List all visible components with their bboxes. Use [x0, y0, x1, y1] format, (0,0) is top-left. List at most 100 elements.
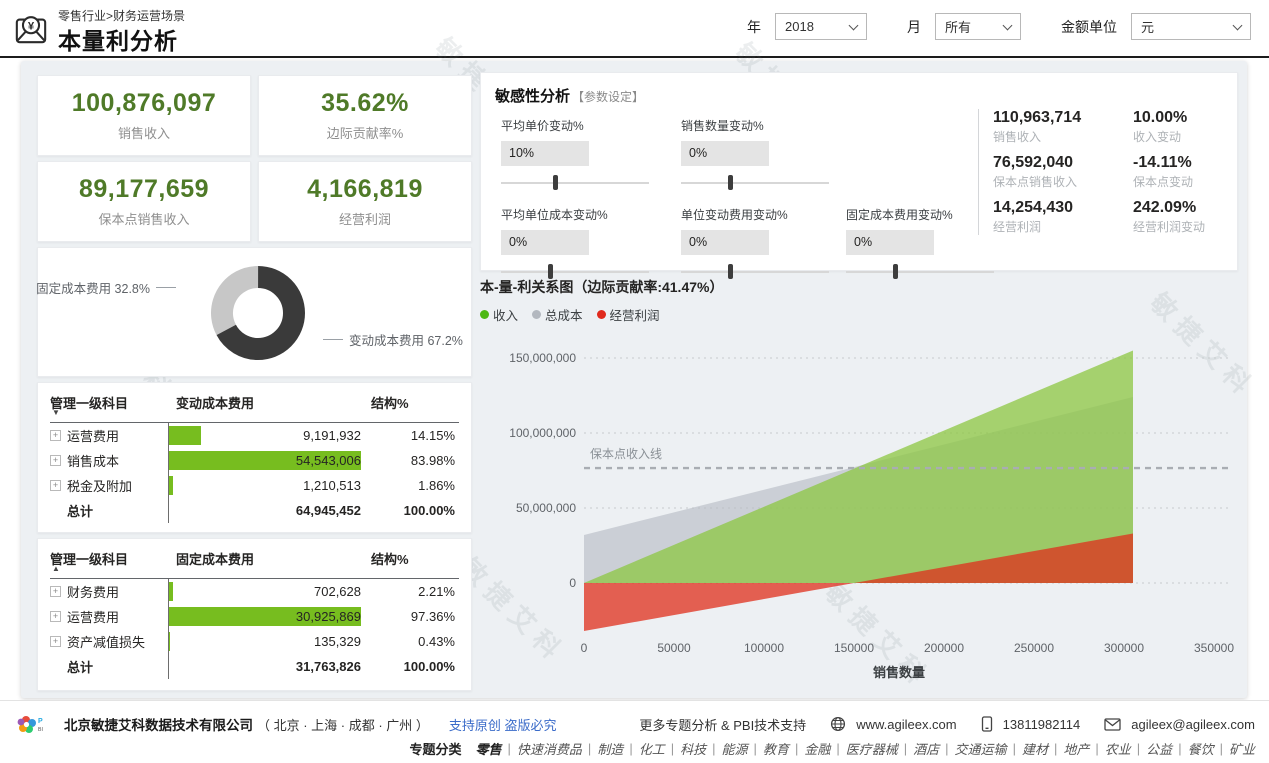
phone-number[interactable]: 13811982114 — [1003, 717, 1081, 732]
slider-value-input[interactable]: 0% — [681, 141, 769, 166]
result-row: 14,254,430经营利润 242.09%经营利润变动 — [993, 199, 1223, 235]
kpi-label: 保本点销售收入 — [98, 209, 189, 228]
row-label: 运营费用 — [67, 426, 119, 445]
kpi-label: 经营利润 — [339, 209, 391, 228]
category-item: 化工 — [639, 739, 665, 758]
cvp-area-chart[interactable]: 150,000,000100,000,00050,000,0000保本点收入线0… — [480, 321, 1238, 691]
unit-dropdown[interactable]: 元 — [1131, 13, 1251, 40]
category-item: 矿业 — [1229, 739, 1255, 758]
expand-icon[interactable] — [50, 586, 61, 597]
row-value: 54,543,006 — [296, 453, 361, 468]
table-row[interactable]: 税金及附加 1,210,513 1.86% — [50, 473, 459, 498]
slider-track[interactable] — [501, 182, 649, 184]
y-tick-label: 50,000,000 — [516, 501, 576, 515]
footer-row-contact: P BI 北京敏捷艾科数据技术有限公司 （ 北京 · 上海 · 成都 · 广州 … — [16, 711, 1255, 737]
table-header: 管理一级科目▲ 固定成本费用 结构% — [50, 549, 459, 579]
slider-value-input[interactable]: 0% — [681, 230, 769, 255]
column-header-category[interactable]: 管理一级科目▲ — [50, 549, 168, 576]
expand-icon[interactable] — [50, 455, 61, 466]
row-value: 135,329 — [314, 634, 361, 649]
row-label: 资产减值损失 — [67, 632, 145, 651]
column-header-pct[interactable]: 结构% — [367, 393, 459, 420]
donut-label-text: 固定成本费用 32.8% — [36, 278, 150, 297]
result-row: 110,963,714销售收入 10.00%收入变动 — [993, 109, 1223, 145]
expand-icon[interactable] — [50, 611, 61, 622]
row-label: 运营费用 — [67, 607, 119, 626]
slider-value-input[interactable]: 10% — [501, 141, 589, 166]
chart-title: 本-量-利关系图（边际贡献率:41.47%） — [480, 277, 1240, 297]
bar-cell: 30,925,869 — [168, 604, 367, 629]
powerbi-logo: P BI — [16, 711, 56, 737]
category-item: 酒店 — [913, 739, 939, 758]
category-item: 公益 — [1146, 739, 1172, 758]
table-row[interactable]: 资产减值损失 135,329 0.43% — [50, 629, 459, 654]
category-item: 餐饮 — [1188, 739, 1214, 758]
category-item: 能源 — [722, 739, 748, 758]
donut-chart[interactable] — [206, 261, 310, 365]
column-header-value[interactable]: 固定成本费用 — [168, 549, 367, 576]
year-dropdown[interactable]: 2018 — [775, 13, 867, 40]
column-header-category[interactable]: 管理一级科目▼ — [50, 393, 168, 420]
expand-icon[interactable] — [50, 636, 61, 647]
x-tick-label: 100000 — [744, 641, 784, 655]
slider-track[interactable] — [501, 271, 649, 273]
result-delta-label: 收入变动 — [1133, 128, 1223, 145]
total-value: 31,763,826 — [296, 659, 361, 674]
slider-track[interactable] — [681, 182, 829, 184]
column-header-value[interactable]: 变动成本费用 — [168, 393, 367, 420]
table-row[interactable]: 销售成本 54,543,006 83.98% — [50, 448, 459, 473]
kpi-value: 100,876,097 — [72, 89, 217, 118]
website-link[interactable]: www.agileex.com — [856, 717, 956, 732]
fixed-cost-table-card: 管理一级科目▲ 固定成本费用 结构% 财务费用 702,628 2.21% 运营… — [37, 538, 472, 691]
expand-icon[interactable] — [50, 430, 61, 441]
copyright-link[interactable]: 支持原创 盗版必究 — [449, 715, 557, 734]
column-header-pct[interactable]: 结构% — [367, 549, 459, 576]
dashboard-page: ¥ 零售行业>财务运营场景 本量利分析 年 2018 月 所有 金额单位 元 敏… — [0, 0, 1269, 763]
result-value: 14,254,430 — [993, 199, 1133, 217]
slider-group-sales-qty: 销售数量变动% 0% — [681, 117, 841, 184]
category-item: 金融 — [804, 739, 830, 758]
email-link[interactable]: agileex@agileex.com — [1131, 717, 1255, 732]
slider-track[interactable] — [846, 271, 994, 273]
row-value: 30,925,869 — [296, 609, 361, 624]
slider-track[interactable] — [681, 271, 829, 273]
company-name: 北京敏捷艾科数据技术有限公司 — [64, 714, 253, 734]
slider-value-input[interactable]: 0% — [846, 230, 934, 255]
value-bar — [169, 426, 201, 445]
result-value: 76,592,040 — [993, 154, 1133, 172]
expand-icon[interactable] — [50, 480, 61, 491]
footer-category-row: 专题分类 零售 |快速消费品|制造|化工|科技|能源|教育|金融|医疗器械|酒店… — [409, 739, 1255, 758]
category-current: 零售 — [475, 739, 501, 758]
kpi-value: 35.62% — [321, 89, 409, 118]
slider-handle[interactable] — [553, 175, 558, 190]
slider-group-unit-var-expense: 单位变动费用变动% 0% — [681, 206, 841, 273]
slider-value-input[interactable]: 0% — [501, 230, 589, 255]
result-delta: 10.00% — [1133, 109, 1223, 127]
y-tick-label: 0 — [569, 576, 576, 590]
kpi-operating-profit: 4,166,819 经营利润 — [258, 161, 472, 242]
total-value-cell: 31,763,826 — [168, 654, 367, 679]
variable-cost-table-card: 管理一级科目▼ 变动成本费用 结构% 运营费用 9,191,932 14.15%… — [37, 382, 472, 533]
slider-label: 平均单位成本变动% — [501, 206, 661, 223]
row-value: 702,628 — [314, 584, 361, 599]
category-item: 农业 — [1105, 739, 1131, 758]
bar-cell: 1,210,513 — [168, 473, 367, 498]
category-separator: | — [836, 741, 839, 756]
filter-bar: 年 2018 月 所有 金额单位 元 — [721, 13, 1251, 40]
table-row[interactable]: 运营费用 30,925,869 97.36% — [50, 604, 459, 629]
x-axis-title: 销售数量 — [873, 665, 925, 680]
sort-desc-icon: ▼ — [52, 408, 60, 417]
result-label: 经营利润 — [993, 218, 1133, 235]
slider-handle[interactable] — [728, 175, 733, 190]
svg-text:BI: BI — [38, 727, 43, 733]
table-row[interactable]: 运营费用 9,191,932 14.15% — [50, 423, 459, 448]
table-row[interactable]: 财务费用 702,628 2.21% — [50, 579, 459, 604]
label-connector-line — [323, 339, 343, 340]
sensitivity-results: 110,963,714销售收入 10.00%收入变动 76,592,040保本点… — [978, 109, 1223, 235]
legend-dot-icon — [532, 310, 541, 319]
month-dropdown[interactable]: 所有 — [935, 13, 1021, 40]
year-value: 2018 — [785, 19, 814, 34]
unit-filter-label: 金额单位 — [1061, 17, 1117, 37]
table-total-row: 总计 64,945,452 100.00% — [50, 498, 459, 523]
y-tick-label: 100,000,000 — [509, 426, 576, 440]
